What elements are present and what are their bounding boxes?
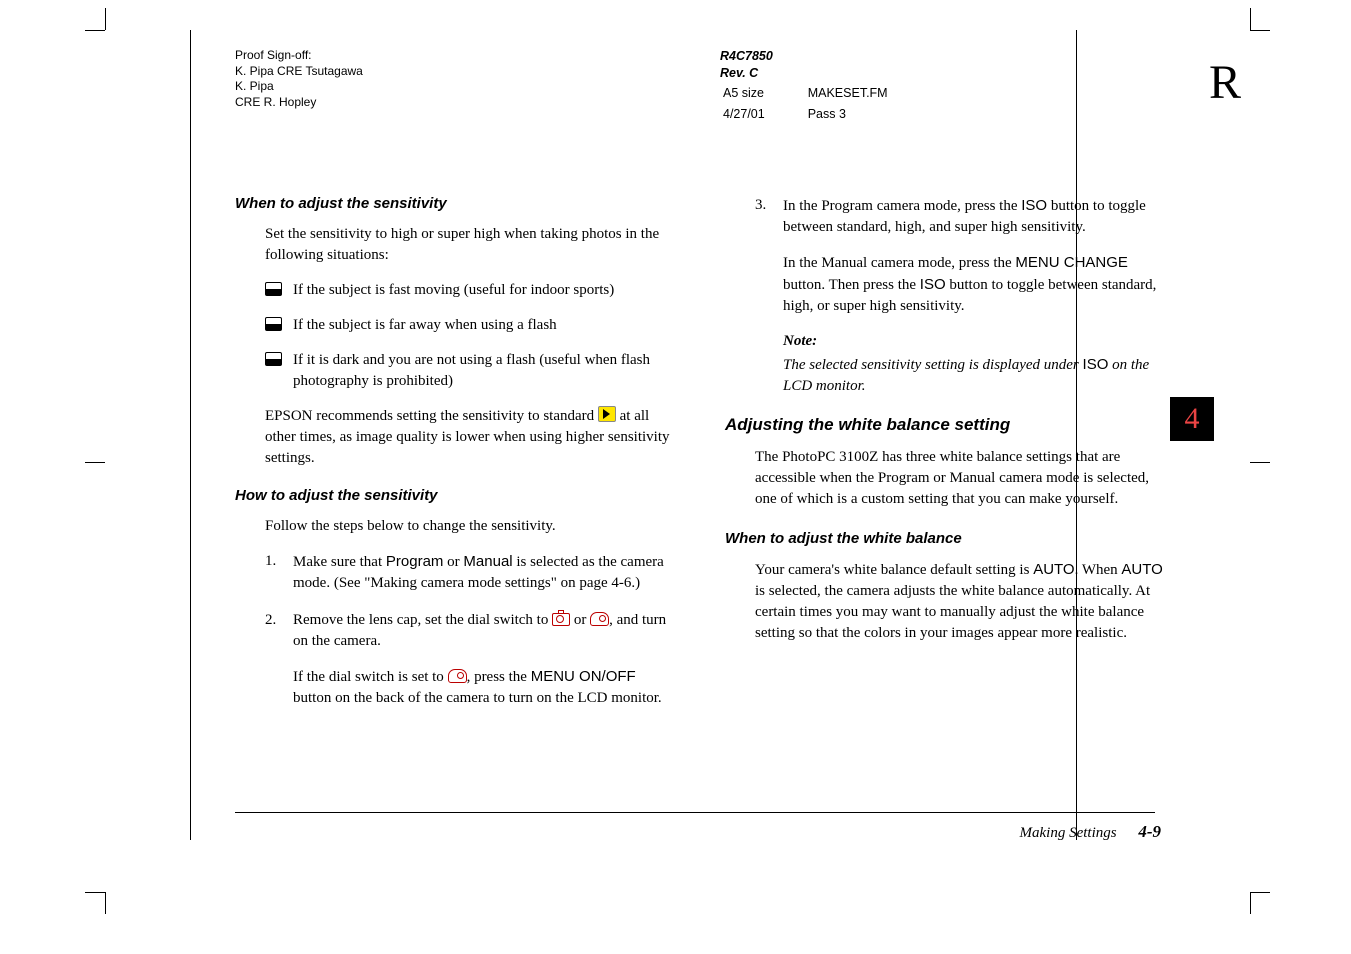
proof-signoff-block: Proof Sign-off: K. Pipa CRE Tsutagawa K.… [235,48,535,110]
list-item: If the subject is fast moving (useful fo… [265,280,675,301]
heading-adjust-white-balance: Adjusting the white balance setting [725,415,1165,435]
note-body: The selected sensitivity setting is disp… [783,354,1165,397]
content-area: When to adjust the sensitivity Set the s… [235,195,1165,725]
body-text: Set the sensitivity to high or super hig… [265,224,675,266]
crop-mark [1250,462,1270,463]
play-icon [598,406,616,422]
text: The selected sensitivity setting is disp… [783,357,1083,373]
signoff-line: K. Pipa CRE Tsutagawa [235,64,535,80]
ui-label: ISO [1021,197,1047,214]
chapter-tab: 4 [1170,397,1214,441]
ui-label: ISO [1083,356,1109,373]
ui-label: ISO [920,276,946,293]
ui-label: AUTO [1033,561,1074,578]
crop-mark [1250,30,1270,31]
numbered-list: Make sure that Program or Manual is sele… [265,551,675,709]
heading-how-adjust-sensitivity: How to adjust the sensitivity [235,487,675,504]
text: If the dial switch is set to [293,669,448,685]
heading-when-adjust-wb: When to adjust the white balance [725,530,1165,547]
text: Make sure that [293,554,386,570]
note-label: Note: [783,331,1165,352]
crop-mark [85,30,105,31]
text: button. Then press the [783,277,920,293]
right-column: In the Program camera mode, press the IS… [725,195,1165,725]
ui-label: MENU ON/OFF [531,668,636,685]
ui-label: MENU CHANGE [1015,254,1128,271]
doc-code: R4C7850 [720,48,930,65]
signoff-line: K. Pipa [235,79,535,95]
heading-when-adjust-sensitivity: When to adjust the sensitivity [235,195,675,212]
signoff-line: CRE R. Hopley [235,95,535,111]
camera-icon [552,613,570,626]
footer-section: Making Settings [1020,825,1117,841]
list-item: If it is dark and you are not using a fl… [265,350,675,392]
ui-label: Program [386,553,444,570]
sub-paragraph: In the Manual camera mode, press the MEN… [783,252,1165,317]
doc-rev: Rev. C [720,65,930,82]
doc-info-block: R4C7850 Rev. C A5 size MAKESET.FM 4/27/0… [720,48,930,126]
text: In the Manual camera mode, press the [783,255,1015,271]
camera-lcd-icon [590,612,609,626]
crop-mark [85,892,105,893]
doc-pass: Pass 3 [807,105,928,124]
text: is selected, the camera adjusts the whit… [755,583,1150,641]
bullet-list: If the subject is fast moving (useful fo… [265,280,675,392]
list-item: Make sure that Program or Manual is sele… [265,551,675,594]
numbered-list-continued: In the Program camera mode, press the IS… [755,195,1165,397]
signoff-line: Proof Sign-off: [235,48,535,64]
text: . When [1075,562,1122,578]
camera-lcd-icon [448,669,467,683]
crop-mark [105,8,106,30]
body-text: The PhotoPC 3100Z has three white balanc… [755,447,1165,510]
page-side-letter: R [1209,55,1241,110]
crop-mark [1250,892,1251,914]
body-text: Follow the steps below to change the sen… [265,516,675,537]
text: EPSON recommends setting the sensitivity… [265,408,598,424]
left-column: When to adjust the sensitivity Set the s… [235,195,675,725]
crop-mark [105,892,106,914]
text: In the Program camera mode, press the [783,198,1021,214]
crop-mark [1250,892,1270,893]
doc-date: 4/27/01 [722,105,805,124]
text: , press the [467,669,531,685]
list-item: Remove the lens cap, set the dial switch… [265,610,675,709]
list-item: In the Program camera mode, press the IS… [755,195,1165,397]
note-block: Note: The selected sensitivity setting i… [783,331,1165,397]
text: button on the back of the camera to turn… [293,690,662,706]
text: or [443,554,463,570]
crop-mark [1250,8,1251,30]
footer: Making Settings 4-9 [1020,822,1162,842]
page-number: 4-9 [1138,822,1161,841]
crop-mark [85,462,105,463]
sub-paragraph: If the dial switch is set to , press the… [293,666,675,709]
doc-size: A5 size [722,84,805,103]
ui-label: AUTO [1121,561,1162,578]
body-text: EPSON recommends setting the sensitivity… [265,406,675,469]
ui-label: Manual [463,553,512,570]
text: Your camera's white balance default sett… [755,562,1033,578]
doc-file: MAKESET.FM [807,84,928,103]
text: Remove the lens cap, set the dial switch… [293,612,552,628]
footer-rule [235,812,1155,813]
body-text: Your camera's white balance default sett… [755,559,1165,644]
list-item: If the subject is far away when using a … [265,315,675,336]
text: or [570,612,590,628]
